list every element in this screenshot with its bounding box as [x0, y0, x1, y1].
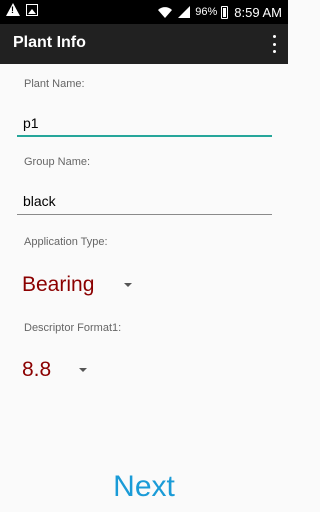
status-bar: 96% 8:59 AM [0, 0, 288, 24]
wifi-icon [158, 7, 173, 18]
application-type-label: Application Type: [24, 236, 108, 248]
group-name-value: black [23, 193, 56, 209]
descriptor-format-spinner[interactable]: 8.8 [22, 355, 88, 385]
descriptor-format-value: 8.8 [22, 358, 52, 381]
group-name-field[interactable]: black [17, 189, 272, 215]
gallery-icon [26, 3, 38, 16]
group-name-label: Group Name: [24, 156, 91, 168]
plant-name-label: Plant Name: [24, 78, 85, 90]
signal-icon [178, 6, 191, 18]
plant-name-field[interactable]: p1 [17, 111, 272, 137]
next-button[interactable]: Next [0, 470, 288, 504]
application-type-spinner[interactable]: Bearing [22, 270, 133, 300]
application-type-value: Bearing [22, 273, 95, 296]
battery-icon [221, 5, 229, 19]
plant-name-underline [17, 135, 272, 137]
app-bar: Plant Info [0, 24, 288, 64]
chevron-down-icon [124, 283, 133, 287]
overflow-menu-icon[interactable] [270, 35, 278, 53]
plant-name-value: p1 [23, 115, 39, 131]
warning-icon [6, 3, 20, 16]
clock: 8:59 AM [234, 4, 282, 20]
chevron-down-icon [79, 368, 88, 372]
group-name-underline [17, 214, 272, 215]
descriptor-format-label: Descriptor Format1: [24, 322, 122, 334]
page-title: Plant Info [13, 34, 86, 51]
battery-percent: 96% [195, 6, 218, 18]
